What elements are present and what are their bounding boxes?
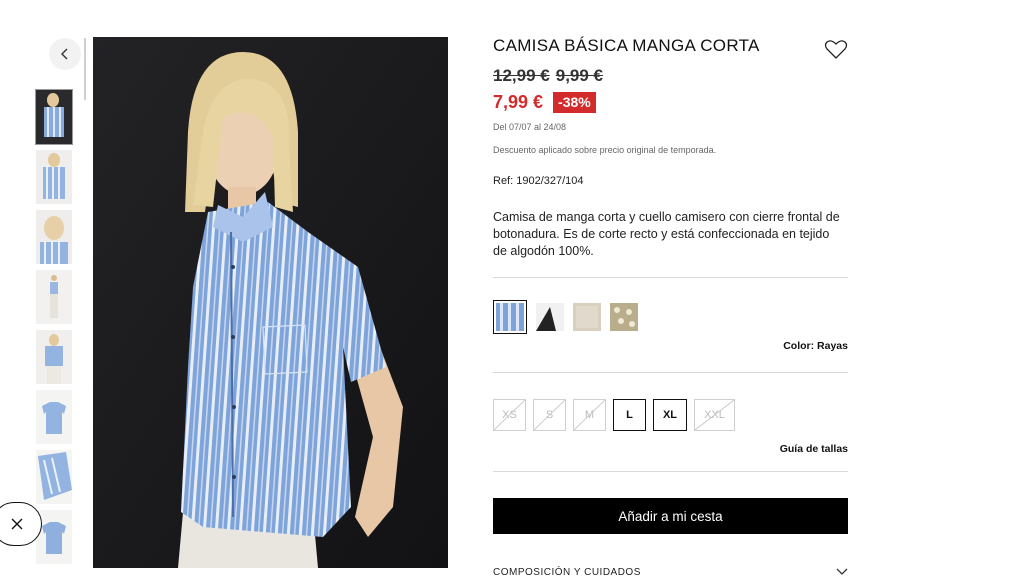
size-l[interactable]: L	[613, 399, 646, 431]
size-label: XL	[662, 409, 678, 421]
swatch-estampado[interactable]	[610, 303, 638, 331]
color-swatches	[493, 300, 848, 334]
add-to-cart-button[interactable]: Añadir a mi cesta	[493, 498, 848, 534]
size-selector: XS S M L XL XXL	[493, 399, 848, 431]
size-xxl[interactable]: XXL	[694, 399, 735, 431]
chevron-down-icon	[836, 568, 848, 575]
original-price: 12,99 €	[493, 66, 550, 85]
product-reference: Ref: 1902/327/104	[493, 175, 584, 187]
product-title: CAMISA BÁSICA MANGA CORTA	[493, 36, 760, 55]
size-xl[interactable]: XL	[653, 399, 687, 431]
chevron-left-icon	[61, 48, 68, 60]
selected-color-label: Color: Rayas	[783, 340, 848, 352]
thumbnail-4[interactable]	[36, 270, 72, 324]
promo-dates: Del 07/07 al 24/08	[493, 122, 567, 132]
product-description: Camisa de manga corta y cuello camisero …	[493, 210, 840, 258]
size-xs[interactable]: XS	[493, 399, 526, 431]
swatch-beige[interactable]	[573, 303, 601, 331]
thumbnail-1[interactable]	[35, 89, 73, 145]
composition-label: COMPOSICIÓN Y CUIDADOS	[493, 567, 641, 576]
price-row: 7,99 € -38%	[493, 92, 848, 113]
close-button[interactable]	[0, 502, 42, 546]
current-price: 7,99 €	[493, 92, 544, 112]
previous-price: 9,99 €	[555, 66, 603, 85]
thumbnail-scrollbar[interactable]	[84, 38, 86, 100]
swatch-rayas[interactable]	[493, 300, 527, 334]
original-prices: 12,99 € 9,99 €	[493, 66, 848, 86]
thumbnail-3[interactable]	[36, 210, 72, 264]
thumbnail-2[interactable]	[36, 150, 72, 204]
size-s[interactable]: S	[533, 399, 566, 431]
product-info-panel: CAMISA BÁSICA MANGA CORTA 12,99 €9,99 € …	[493, 36, 848, 534]
divider	[493, 471, 848, 472]
heart-icon	[824, 40, 848, 59]
close-icon	[11, 518, 23, 530]
divider	[493, 277, 848, 278]
swatch-negro[interactable]	[536, 303, 564, 331]
composition-accordion[interactable]: COMPOSICIÓN Y CUIDADOS	[493, 567, 848, 576]
discount-badge: -38%	[553, 92, 596, 113]
wishlist-button[interactable]	[823, 36, 849, 62]
divider	[493, 372, 848, 373]
thumbnail-7[interactable]	[36, 450, 72, 504]
product-main-image[interactable]	[93, 37, 448, 568]
thumbnail-6[interactable]	[36, 390, 72, 444]
discount-note: Descuento aplicado sobre precio original…	[493, 145, 717, 155]
thumbnail-scroll-up-button[interactable]	[49, 38, 81, 70]
size-guide-link[interactable]: Guía de tallas	[493, 443, 848, 455]
size-label: L	[626, 409, 633, 421]
thumbnail-5[interactable]	[36, 330, 72, 384]
size-m[interactable]: M	[573, 399, 606, 431]
